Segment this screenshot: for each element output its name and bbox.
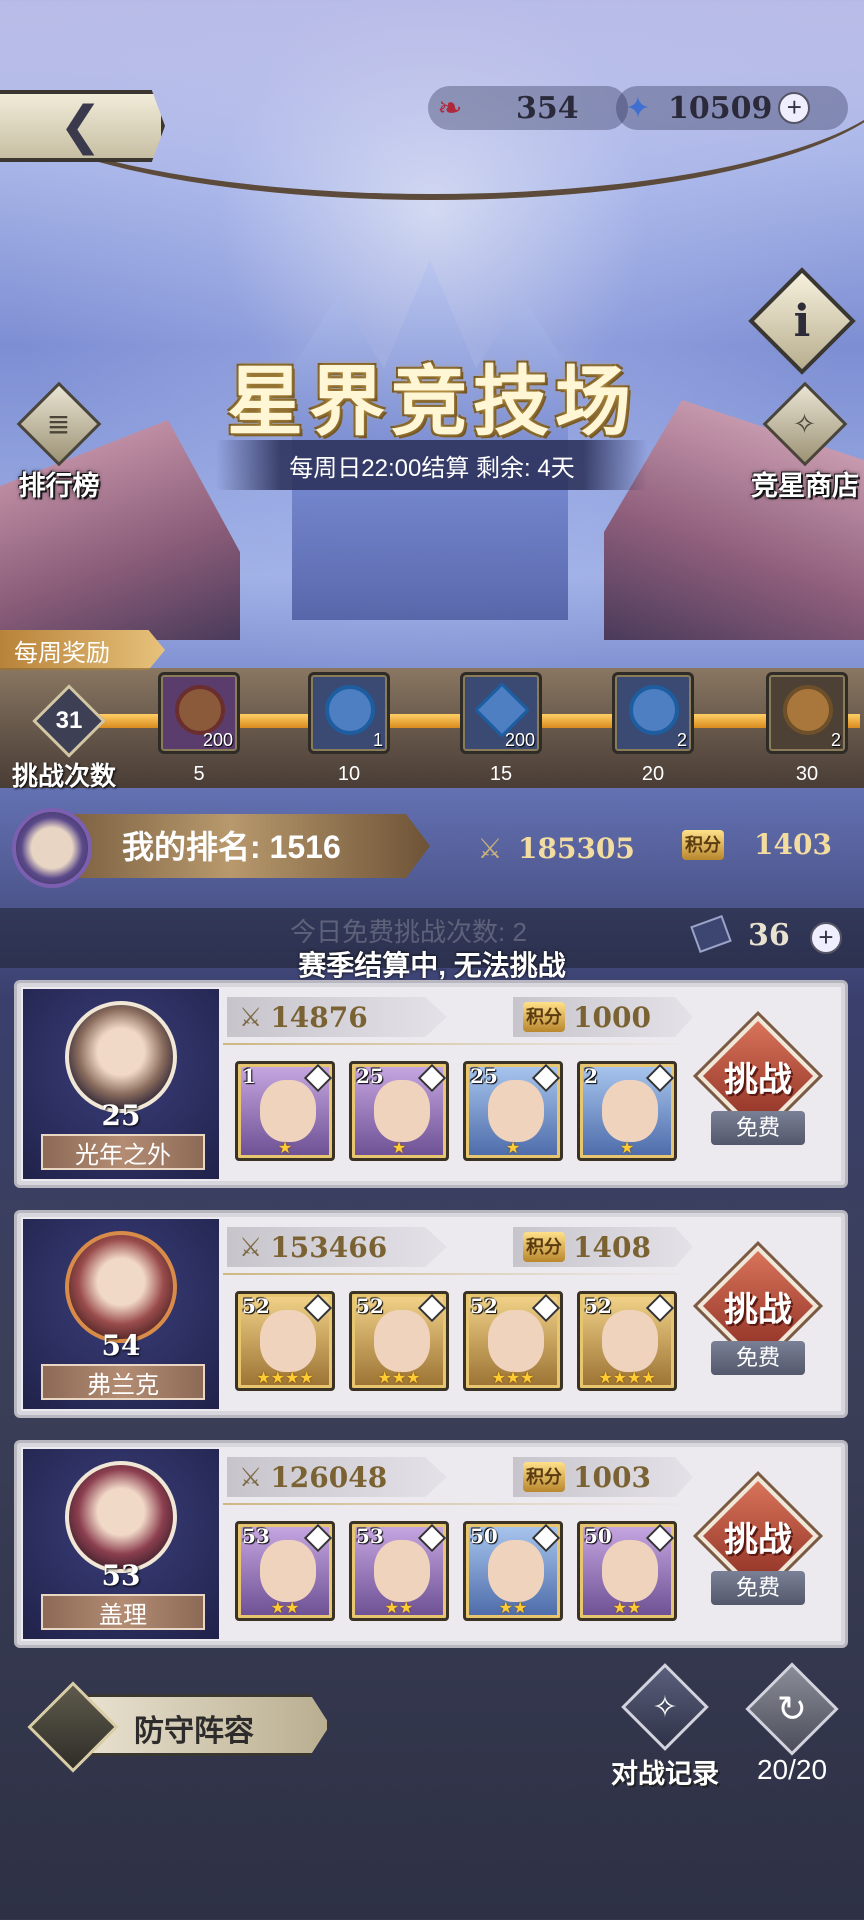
score-badge: 积分	[523, 1232, 565, 1262]
refresh-icon: ↻	[776, 1688, 808, 1729]
free-label: 免费	[711, 1341, 805, 1375]
opponent-card: 25 光年之外 ⚔ 14876 积分 1000 1 ★ 25 ★ 25 ★ 2 ★ 挑战…	[14, 980, 848, 1188]
challenge-count-label: 挑战次数	[12, 761, 117, 791]
crossed-swords-icon: ⚔	[477, 832, 503, 864]
orb-icon	[783, 685, 833, 735]
opponent-card: 53 盖理 ⚔ 126048 积分 1003 53 ★★ 53 ★★ 50 ★★ 50…	[14, 1440, 848, 1648]
hero-slot[interactable]: 25 ★	[463, 1061, 563, 1161]
page-title: 星界竞技场	[227, 357, 637, 446]
opponent-power: ⚔ 126048	[227, 1457, 447, 1497]
hero-slot[interactable]: 52 ★★★	[463, 1291, 563, 1391]
weekly-reward-item[interactable]: 200 5	[158, 672, 240, 785]
weekly-reward-item[interactable]: 200 15	[460, 672, 542, 785]
avatar[interactable]	[65, 1231, 177, 1343]
hero-slot[interactable]: 53 ★★	[349, 1521, 449, 1621]
opponent-name: 光年之外	[41, 1134, 205, 1170]
opponent-name: 弗兰克	[41, 1364, 205, 1400]
challenge-button[interactable]: 挑战 免费	[697, 1015, 819, 1145]
reward-strip	[0, 668, 864, 788]
star-crystal-icon: ✦	[625, 91, 651, 125]
weekly-reward-tab: 每周奖励	[0, 630, 165, 670]
my-rank-row: 我的排名: 1516 ⚔ 185305 积分 1403	[0, 808, 864, 888]
hero-slot[interactable]: 2 ★	[577, 1061, 677, 1161]
opponent-power: ⚔ 14876	[227, 997, 447, 1037]
battle-record-button[interactable]: ✧ 对战记录	[600, 1663, 730, 1791]
hero-slot[interactable]: 1 ★	[235, 1061, 335, 1161]
free-label: 免费	[711, 1111, 805, 1145]
my-score: 积分 1403	[682, 828, 832, 861]
hero-slot[interactable]: 52 ★★★★	[577, 1291, 677, 1391]
my-power: ⚔ 185305	[470, 828, 634, 868]
free-label: 免费	[711, 1571, 805, 1605]
opponent-card: 54 弗兰克 ⚔ 153466 积分 1408 52 ★★★★ 52 ★★★ 52 ★…	[14, 1210, 848, 1418]
banner-star-icon: ✧	[652, 1690, 678, 1724]
orb-icon	[629, 685, 679, 735]
hero-slot[interactable]: 25 ★	[349, 1061, 449, 1161]
opponent-name: 盖理	[41, 1594, 205, 1630]
score-badge: 积分	[682, 829, 724, 860]
opponent-score: 积分 1000	[513, 997, 693, 1037]
opponent-power: ⚔ 153466	[227, 1227, 447, 1267]
weekly-reward-item[interactable]: 1 10	[308, 672, 390, 785]
weekly-reward-item[interactable]: 2 20	[612, 672, 694, 785]
crossed-swords-icon: ⚔	[239, 1461, 263, 1492]
score-badge: 积分	[523, 1002, 565, 1032]
hero-slot[interactable]: 53 ★★	[235, 1521, 335, 1621]
weekly-reward-item[interactable]: 2 30	[766, 672, 848, 785]
challenge-button[interactable]: 挑战 免费	[697, 1245, 819, 1375]
hero-slot[interactable]: 52 ★★★★	[235, 1291, 335, 1391]
hero-slot[interactable]: 50 ★★	[577, 1521, 677, 1621]
season-notice: 赛季结算中, 无法挑战	[298, 950, 566, 981]
defense-lineup-button[interactable]: 防守阵容	[27, 1681, 330, 1773]
gem-resource: ✦ 10509 +	[616, 86, 848, 130]
orb-icon	[325, 685, 375, 735]
opponent-score: 积分 1408	[513, 1227, 693, 1267]
dragon-ticket-icon	[175, 685, 225, 735]
avatar[interactable]	[12, 808, 92, 888]
challenge-button[interactable]: 挑战 免费	[697, 1475, 819, 1605]
hero-slot[interactable]: 52 ★★★	[349, 1291, 449, 1391]
avatar[interactable]	[65, 1461, 177, 1573]
score-badge: 积分	[523, 1462, 565, 1492]
back-arrow-icon: ❮	[58, 97, 103, 155]
avatar[interactable]	[65, 1001, 177, 1113]
opponent-score: 积分 1003	[513, 1457, 693, 1497]
dragon-ticket-icon: ❧	[437, 91, 463, 125]
crossed-swords-icon: ⚔	[239, 1231, 263, 1262]
hero-slot[interactable]: 50 ★★	[463, 1521, 563, 1621]
refresh-opponents-button[interactable]: ↻ 20/20	[740, 1662, 844, 1786]
settlement-info: 每周日22:00结算 剩余: 4天	[216, 440, 648, 490]
crossed-swords-icon: ⚔	[239, 1001, 263, 1032]
back-button[interactable]: ❮	[0, 90, 165, 162]
stamina-resource: ❧ 354	[428, 86, 628, 130]
